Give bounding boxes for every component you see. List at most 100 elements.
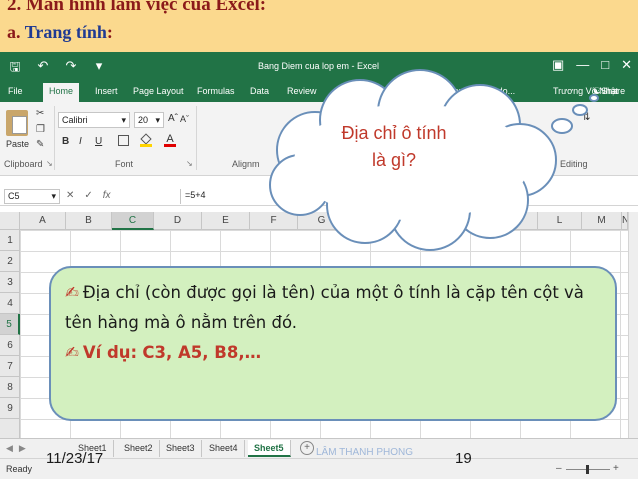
cancel-icon[interactable]: ✕ — [66, 190, 74, 201]
row-header[interactable]: 6 — [0, 335, 20, 356]
row-header[interactable]: 3 — [0, 272, 20, 293]
column-header[interactable]: A — [20, 212, 66, 230]
subtitle-prefix: a. — [7, 22, 25, 42]
minimize-icon[interactable]: — — [576, 57, 589, 73]
column-header[interactable]: E — [202, 212, 250, 230]
prev-sheet-icon[interactable]: ◀ — [6, 443, 13, 454]
row-header[interactable]: 7 — [0, 356, 20, 377]
tab-view[interactable]: View — [337, 86, 356, 96]
row-header[interactable]: 2 — [0, 251, 20, 272]
next-sheet-icon[interactable]: ▶ — [19, 443, 26, 454]
font-color-icon[interactable]: A — [164, 133, 176, 147]
row-header[interactable]: 4 — [0, 293, 20, 314]
tab-data[interactable]: Data — [250, 86, 269, 96]
formula-input[interactable]: =5+4 — [180, 189, 630, 204]
restore-window-icon[interactable]: ▣ — [552, 57, 564, 73]
slide-heading-band: 2. Màn hình làm việc của Excel: a. Trang… — [0, 0, 638, 52]
tab-review[interactable]: Review — [287, 86, 317, 96]
zoom-knob[interactable] — [586, 465, 589, 474]
name-box[interactable]: C5 ▾ — [4, 189, 60, 204]
paste-button[interactable] — [6, 108, 30, 136]
cut-icon[interactable]: ✂ — [36, 108, 44, 119]
cloud-line-1: Địa chỉ ô tính — [341, 123, 447, 143]
row-header[interactable]: 9 — [0, 398, 20, 419]
zoom-in-icon[interactable]: + — [613, 463, 619, 474]
column-header[interactable]: F — [250, 212, 298, 230]
column-header[interactable]: D — [154, 212, 202, 230]
zoom-out-icon[interactable]: – — [556, 463, 562, 474]
vertical-scrollbar[interactable] — [628, 212, 638, 440]
status-text: Ready — [6, 464, 33, 474]
insert-function-icon[interactable]: fx — [103, 190, 111, 201]
font-name-value: Calibri — [62, 115, 88, 125]
font-size-value: 20 — [138, 115, 149, 125]
column-header[interactable]: B — [66, 212, 112, 230]
column-header-selected[interactable]: C — [112, 212, 154, 230]
font-launcher-icon[interactable]: ↘ — [186, 159, 193, 168]
sheet-tab[interactable]: Sheet3 — [160, 440, 202, 457]
footer-author: LÂM THANH PHONG — [316, 447, 414, 458]
tab-home[interactable]: Home — [43, 83, 80, 102]
group-label-editing: Editing — [560, 159, 588, 169]
column-header[interactable]: G — [298, 212, 346, 230]
lightbulb-icon: ☼ — [386, 86, 397, 96]
row-header[interactable]: 8 — [0, 377, 20, 398]
border-icon[interactable] — [118, 135, 129, 146]
zoom-slider[interactable] — [566, 465, 610, 474]
italic-icon[interactable]: I — [79, 136, 82, 147]
clipboard-launcher-icon[interactable]: ↘ — [46, 159, 53, 168]
column-header[interactable]: J — [442, 212, 490, 230]
formula-bar: C5 ▾ ✕ ✓ fx =5+4 — [0, 186, 638, 206]
sheet-tab[interactable]: Sheet4 — [203, 440, 245, 457]
tab-formulas[interactable]: Formulas — [197, 86, 235, 96]
underline-icon[interactable]: U — [95, 136, 102, 147]
tab-file[interactable]: File — [8, 86, 23, 96]
group-label-font: Font — [115, 159, 134, 169]
sheet-tab[interactable]: Sheet2 — [118, 440, 160, 457]
quick-access-toolbar: 🖫 ↶ ↷ ▾ — [6, 58, 108, 80]
column-header[interactable]: I — [394, 212, 442, 230]
title-bar: 🖫 ↶ ↷ ▾ Bang Diem cua lop em - Excel ▣ —… — [0, 52, 638, 82]
row-header-selected[interactable]: 5 — [0, 314, 20, 335]
column-header[interactable]: H — [346, 212, 394, 230]
chevron-down-icon: ▾ — [51, 191, 56, 201]
subtitle-main: Trang tính — [24, 22, 107, 42]
qat-more-icon[interactable]: ▾ — [90, 58, 108, 80]
format-painter-icon[interactable]: ✎ — [36, 139, 44, 150]
row-header[interactable]: 1 — [0, 230, 20, 251]
font-name-select[interactable]: Calibri ▾ — [58, 112, 130, 128]
row-headers: 1 2 3 4 5 6 7 8 9 — [0, 230, 20, 440]
increase-font-icon[interactable]: Aˆ — [168, 113, 178, 124]
example-paragraph: ✍ Ví dụ: C3, A5, B8,… — [65, 338, 601, 368]
tell-me-text: Tell me what you want to do... — [396, 86, 516, 96]
undo-icon[interactable]: ↶ — [34, 58, 52, 80]
close-icon[interactable]: ✕ — [621, 57, 632, 73]
font-size-select[interactable]: 20 ▾ — [134, 112, 164, 128]
save-icon[interactable]: 🖫 — [6, 58, 24, 80]
column-headers: A B C D E F G H I J K L M N — [0, 212, 638, 230]
share-label: Share — [601, 86, 626, 96]
ribbon-separator — [196, 106, 197, 170]
maximize-icon[interactable]: □ — [601, 57, 609, 73]
paste-label: Paste — [6, 139, 30, 149]
redo-icon[interactable]: ↷ — [62, 58, 80, 80]
select-all-corner[interactable] — [0, 212, 20, 230]
window-controls: ▣ — □ ✕ — [552, 57, 632, 73]
share-button[interactable]: ☯Share — [593, 86, 625, 97]
tab-insert[interactable]: Insert — [95, 86, 118, 96]
column-header[interactable]: L — [538, 212, 582, 230]
sort-filter-icon[interactable]: ⇅ — [582, 112, 590, 123]
decrease-font-icon[interactable]: Aˇ — [180, 114, 189, 124]
definition-callout: ✍ Địa chỉ (còn được gọi là tên) của một ô… — [49, 266, 617, 421]
column-header[interactable]: K — [490, 212, 538, 230]
fill-color-icon[interactable] — [140, 133, 152, 147]
add-sheet-icon[interactable]: + — [300, 441, 314, 455]
enter-icon[interactable]: ✓ — [84, 190, 92, 201]
bold-icon[interactable]: B — [62, 136, 69, 147]
footer-page-number: 19 — [455, 450, 472, 467]
tell-me-box[interactable]: ☼ Tell me what you want to do... — [386, 86, 515, 96]
sheet-tab-active[interactable]: Sheet5 — [248, 440, 291, 457]
copy-icon[interactable]: ❐ — [36, 124, 45, 135]
column-header[interactable]: M — [582, 212, 622, 230]
tab-page-layout[interactable]: Page Layout — [133, 86, 184, 96]
